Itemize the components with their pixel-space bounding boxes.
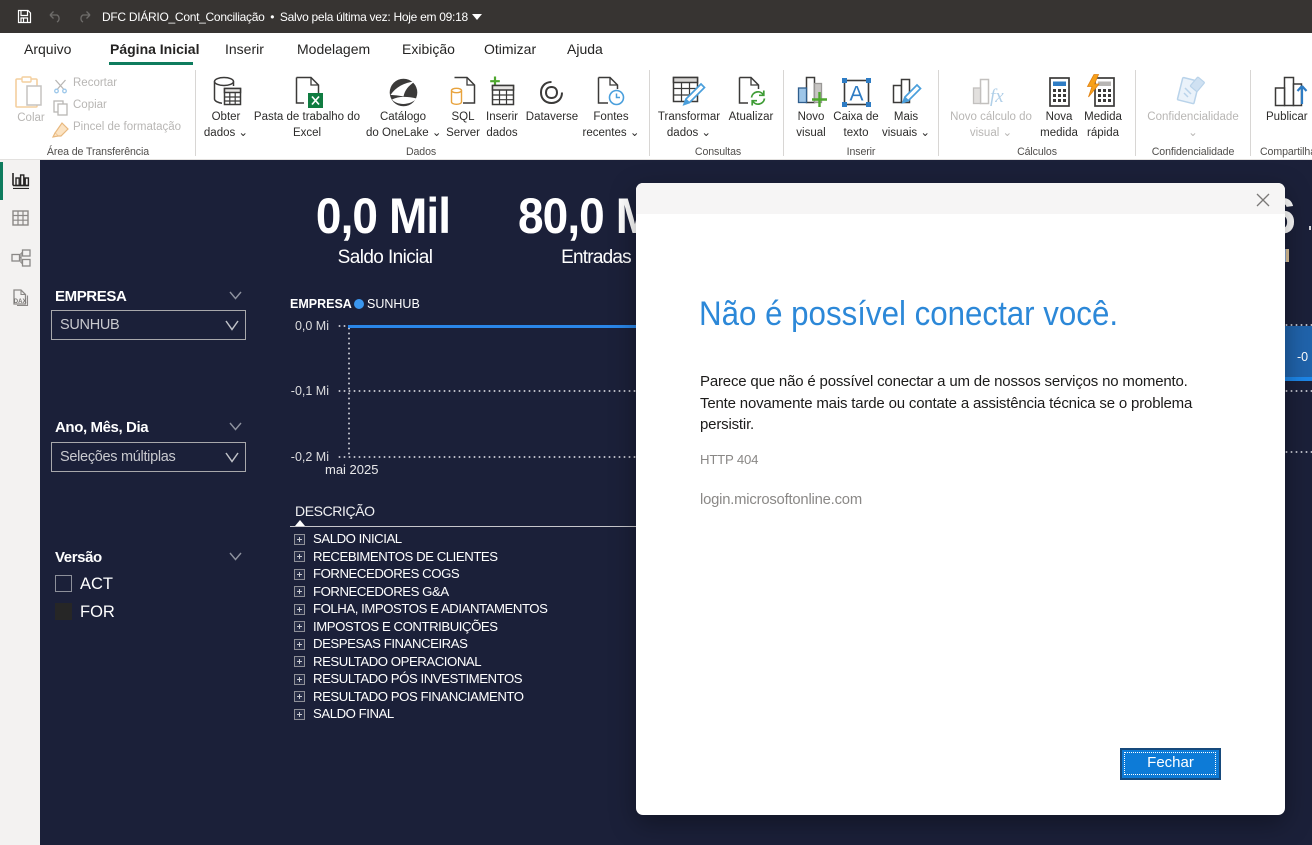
svg-text:A: A [849, 83, 863, 106]
svg-text:DAX: DAX [14, 299, 27, 305]
svg-text:fx: fx [990, 86, 1004, 107]
